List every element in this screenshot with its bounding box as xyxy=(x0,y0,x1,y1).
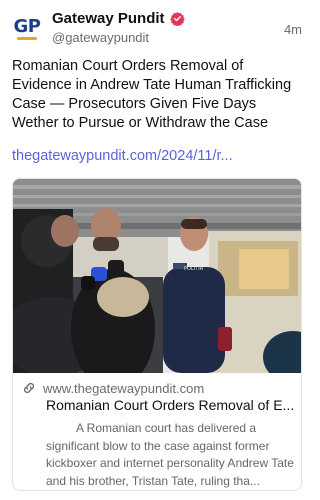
link-preview-card[interactable]: POLITIA www.thegatewaypundit.com Romania… xyxy=(12,178,302,491)
display-name[interactable]: Gateway Pundit xyxy=(52,10,165,27)
card-image: POLITIA xyxy=(13,179,301,373)
card-title[interactable]: Romanian Court Orders Removal of E... xyxy=(46,397,296,413)
card-domain-row: www.thegatewaypundit.com xyxy=(21,380,204,396)
author-row[interactable]: Gateway Pundit xyxy=(52,10,185,27)
post[interactable]: GP Gateway Pundit @gatewaypundit 4m Roma… xyxy=(0,0,314,500)
card-description: A Romanian court has delivered a signifi… xyxy=(46,421,294,488)
timestamp: 4m xyxy=(283,22,302,37)
handle[interactable]: @gatewaypundit xyxy=(52,30,149,45)
police-badge-text: POLITIA xyxy=(184,266,204,272)
avatar-logo-bar xyxy=(17,37,37,40)
avatar[interactable]: GP xyxy=(12,14,42,44)
link-icon xyxy=(23,382,35,394)
post-link[interactable]: thegatewaypundit.com/2024/11/r... xyxy=(12,148,233,164)
card-domain: www.thegatewaypundit.com xyxy=(43,380,205,396)
verified-badge-icon xyxy=(169,11,185,26)
avatar-logo-text: GP xyxy=(13,16,41,37)
post-text: Romanian Court Orders Removal of Evidenc… xyxy=(12,58,292,131)
